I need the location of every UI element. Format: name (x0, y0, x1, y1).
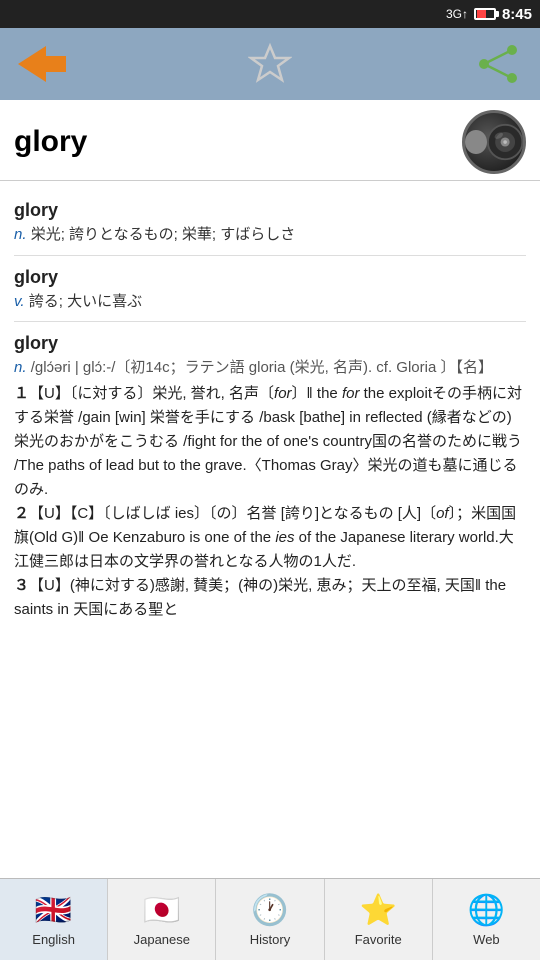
nav-japanese-label: Japanese (134, 932, 190, 947)
nav-history-label: History (250, 932, 290, 947)
time-display: 8:45 (502, 6, 532, 23)
history-clock-icon: 🕐 (251, 893, 288, 928)
nav-favorite[interactable]: ⭐ Favorite (325, 879, 433, 960)
english-flag-icon: 🇬🇧 (35, 893, 72, 928)
japanese-flag-icon: 🇯🇵 (143, 893, 180, 928)
nav-japanese[interactable]: 🇯🇵 Japanese (108, 879, 216, 960)
web-globe-icon: 🌐 (468, 893, 505, 928)
entry-2-definition: 誇る; 大いに喜ぶ (29, 293, 142, 310)
entry-1-word: glory (14, 197, 526, 224)
back-button[interactable] (16, 38, 68, 90)
nav-english[interactable]: 🇬🇧 English (0, 879, 108, 960)
entry-2: glory v. 誇る; 大いに喜ぶ (14, 256, 526, 323)
status-bar: 3G↑ 8:45 (0, 0, 540, 28)
nav-english-label: English (32, 932, 75, 947)
entry-3-detail: １【U】〔に対する〕栄光, 誉れ, 名声〔for〕‖ the for the e… (14, 382, 526, 622)
favorite-star-icon: ⭐ (360, 893, 397, 928)
nav-web-label: Web (473, 932, 500, 947)
signal-icon: 3G↑ (446, 7, 468, 21)
entry-1-pos: n. (14, 226, 27, 243)
battery-icon (474, 8, 496, 20)
word-header: glory (0, 100, 540, 181)
toolbar (0, 28, 540, 100)
entry-2-body: v. 誇る; 大いに喜ぶ (14, 291, 526, 314)
entry-1-definition: 栄光; 誇りとなるもの; 栄華; すばらしさ (31, 226, 296, 243)
word-title: glory (14, 125, 87, 159)
speaker-button[interactable] (462, 110, 526, 174)
entry-3-phonetics: /glɔ́əri | glɔ́:-/〔初14c；ラテン語 gloria (栄光,… (31, 359, 493, 376)
entry-3-pos: n. (14, 359, 27, 376)
nav-favorite-label: Favorite (355, 932, 402, 947)
entry-3-word: glory (14, 330, 526, 357)
bottom-nav: 🇬🇧 English 🇯🇵 Japanese 🕐 History ⭐ Favor… (0, 878, 540, 960)
entry-3: glory n. /glɔ́əri | glɔ́:-/〔初14c；ラテン語 gl… (14, 322, 526, 630)
entry-1: glory n. 栄光; 誇りとなるもの; 栄華; すばらしさ (14, 189, 526, 256)
dictionary-content: glory n. 栄光; 誇りとなるもの; 栄華; すばらしさ glory v.… (0, 181, 540, 883)
entry-3-body: n. /glɔ́əri | glɔ́:-/〔初14c；ラテン語 gloria (… (14, 357, 526, 622)
nav-web[interactable]: 🌐 Web (433, 879, 540, 960)
share-button[interactable] (472, 38, 524, 90)
entry-1-body: n. 栄光; 誇りとなるもの; 栄華; すばらしさ (14, 224, 526, 247)
favorite-button[interactable] (244, 38, 296, 90)
entry-2-pos: v. (14, 293, 25, 310)
nav-history[interactable]: 🕐 History (216, 879, 324, 960)
entry-2-word: glory (14, 264, 526, 291)
